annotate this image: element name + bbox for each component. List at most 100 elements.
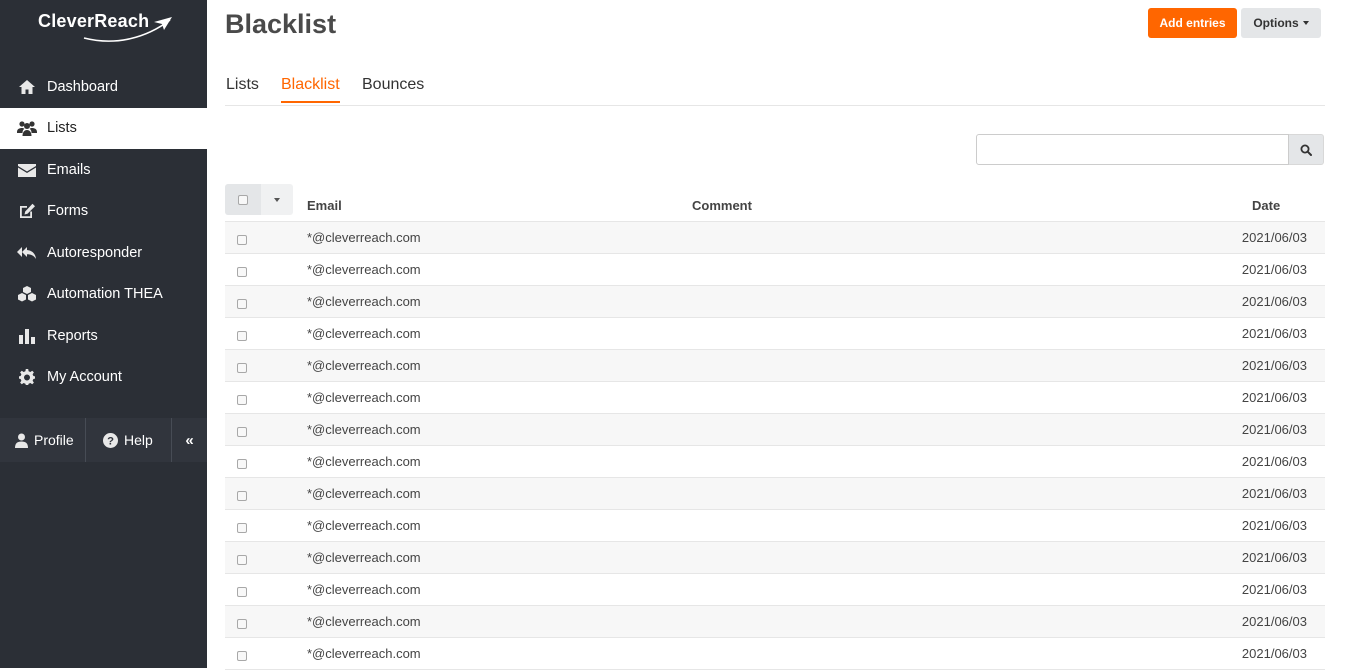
table-row[interactable]: *@cleverreach.com 2021/06/03 <box>225 254 1325 286</box>
row-email: *@cleverreach.com <box>307 454 421 469</box>
row-email: *@cleverreach.com <box>307 518 421 533</box>
row-checkbox[interactable] <box>237 427 247 437</box>
nav-item-autoresponder[interactable]: Autoresponder <box>0 232 207 274</box>
caret-down-icon <box>274 197 280 202</box>
row-email: *@cleverreach.com <box>307 294 421 309</box>
row-date: 2021/06/03 <box>1241 230 1307 245</box>
row-checkbox[interactable] <box>237 299 247 309</box>
cubes-icon <box>17 285 37 303</box>
nav-label-emails: Emails <box>47 161 91 178</box>
table-row[interactable]: *@cleverreach.com 2021/06/03 <box>225 542 1325 574</box>
row-date: 2021/06/03 <box>1241 326 1307 341</box>
table-row[interactable]: *@cleverreach.com 2021/06/03 <box>225 574 1325 606</box>
row-checkbox[interactable] <box>237 395 247 405</box>
nav-item-dashboard[interactable]: Dashboard <box>0 66 207 108</box>
row-checkbox[interactable] <box>237 363 247 373</box>
row-email: *@cleverreach.com <box>307 646 421 661</box>
column-header-date[interactable]: Date <box>1252 198 1280 213</box>
table-row[interactable]: *@cleverreach.com 2021/06/03 <box>225 382 1325 414</box>
bulk-select-dropdown[interactable] <box>261 184 293 215</box>
row-date: 2021/06/03 <box>1241 262 1307 277</box>
row-checkbox[interactable] <box>237 459 247 469</box>
main-nav: Dashboard Lists Emails Forms Autorespond… <box>0 66 207 398</box>
table-row[interactable]: *@cleverreach.com 2021/06/03 <box>225 510 1325 542</box>
column-header-comment[interactable]: Comment <box>692 198 752 213</box>
table-row[interactable]: *@cleverreach.com 2021/06/03 <box>225 446 1325 478</box>
sidebar: CleverReach Dashboard Lists Emails Forms… <box>0 0 207 668</box>
table-row[interactable]: *@cleverreach.com 2021/06/03 <box>225 286 1325 318</box>
row-date: 2021/06/03 <box>1241 518 1307 533</box>
cleverreach-logo[interactable]: CleverReach <box>36 8 176 42</box>
row-checkbox[interactable] <box>237 651 247 661</box>
add-entries-button[interactable]: Add entries <box>1148 8 1237 38</box>
nav-label-my-account: My Account <box>47 369 122 386</box>
row-date: 2021/06/03 <box>1241 422 1307 437</box>
row-date: 2021/06/03 <box>1241 486 1307 501</box>
search-input[interactable] <box>976 134 1289 165</box>
column-header-email[interactable]: Email <box>307 198 342 213</box>
row-date: 2021/06/03 <box>1241 614 1307 629</box>
row-email: *@cleverreach.com <box>307 230 421 245</box>
nav-item-my-account[interactable]: My Account <box>0 357 207 399</box>
collapse-sidebar-button[interactable]: « <box>172 418 207 462</box>
checkbox <box>238 194 248 205</box>
main-content: Blacklist Add entries Options Lists Blac… <box>207 0 1363 670</box>
row-checkbox[interactable] <box>237 235 247 245</box>
question-circle-icon: ? <box>103 432 118 448</box>
row-date: 2021/06/03 <box>1241 390 1307 405</box>
nav-item-lists[interactable]: Lists <box>0 107 207 149</box>
nav-label-reports: Reports <box>47 327 98 344</box>
row-email: *@cleverreach.com <box>307 422 421 437</box>
home-icon <box>17 78 37 96</box>
table-row[interactable]: *@cleverreach.com 2021/06/03 <box>225 318 1325 350</box>
nav-item-automation-thea[interactable]: Automation THEA <box>0 274 207 316</box>
help-button[interactable]: ? Help <box>86 418 172 462</box>
row-email: *@cleverreach.com <box>307 486 421 501</box>
gear-icon <box>17 368 37 386</box>
row-date: 2021/06/03 <box>1241 646 1307 661</box>
sidebar-footer: Profile ? Help « <box>0 418 207 462</box>
row-email: *@cleverreach.com <box>307 262 421 277</box>
tab-bar: Lists Blacklist Bounces <box>225 74 1325 106</box>
logo-swoosh-icon <box>83 17 172 42</box>
row-email: *@cleverreach.com <box>307 326 421 341</box>
search-button[interactable] <box>1289 134 1324 165</box>
tab-lists[interactable]: Lists <box>226 76 259 101</box>
bar-chart-icon <box>17 327 37 345</box>
row-checkbox[interactable] <box>237 491 247 501</box>
page-title: Blacklist <box>225 9 337 39</box>
row-checkbox[interactable] <box>237 587 247 597</box>
row-date: 2021/06/03 <box>1241 358 1307 373</box>
user-icon <box>15 433 28 448</box>
table-row[interactable]: *@cleverreach.com 2021/06/03 <box>225 478 1325 510</box>
tab-bounces[interactable]: Bounces <box>362 76 424 101</box>
row-checkbox[interactable] <box>237 555 247 565</box>
row-date: 2021/06/03 <box>1241 582 1307 597</box>
table-row[interactable]: *@cleverreach.com 2021/06/03 <box>225 638 1325 670</box>
nav-item-emails[interactable]: Emails <box>0 149 207 191</box>
reply-all-icon <box>17 244 37 262</box>
row-date: 2021/06/03 <box>1241 550 1307 565</box>
nav-item-forms[interactable]: Forms <box>0 191 207 233</box>
search-icon <box>1300 144 1312 156</box>
options-button[interactable]: Options <box>1241 8 1321 38</box>
caret-down-icon <box>1302 21 1309 25</box>
row-date: 2021/06/03 <box>1241 454 1307 469</box>
row-checkbox[interactable] <box>237 523 247 533</box>
blacklist-table-body: *@cleverreach.com 2021/06/03 *@cleverreach… <box>225 222 1325 670</box>
nav-item-reports[interactable]: Reports <box>0 315 207 357</box>
nav-label-autoresponder: Autoresponder <box>47 244 143 261</box>
table-row[interactable]: *@cleverreach.com 2021/06/03 <box>225 350 1325 382</box>
select-all-checkbox[interactable] <box>225 184 261 215</box>
tab-blacklist[interactable]: Blacklist <box>281 76 340 103</box>
table-row[interactable]: *@cleverreach.com 2021/06/03 <box>225 222 1325 254</box>
nav-label-automation-thea: Automation THEA <box>47 286 163 303</box>
table-row[interactable]: *@cleverreach.com 2021/06/03 <box>225 414 1325 446</box>
profile-button[interactable]: Profile <box>0 418 86 462</box>
nav-label-lists: Lists <box>47 120 77 137</box>
row-checkbox[interactable] <box>237 331 247 341</box>
row-email: *@cleverreach.com <box>307 614 421 629</box>
row-checkbox[interactable] <box>237 267 247 277</box>
row-checkbox[interactable] <box>237 619 247 629</box>
table-row[interactable]: *@cleverreach.com 2021/06/03 <box>225 606 1325 638</box>
